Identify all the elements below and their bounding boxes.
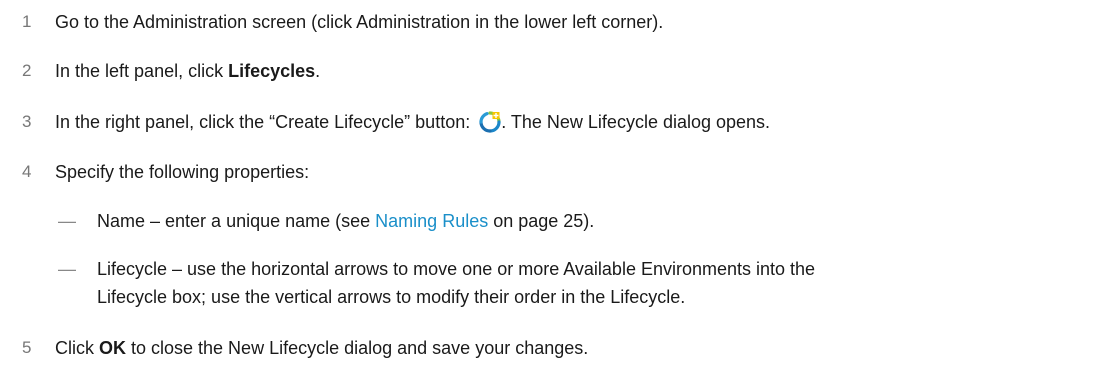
step-number: 4	[22, 162, 32, 181]
lifecycles-term: Lifecycles	[228, 61, 316, 81]
subitem-text: Name – enter a unique name (see Naming R…	[97, 207, 1077, 235]
step-text-pre: In the right panel, click the “Create Li…	[55, 112, 476, 132]
dash-bullet: —	[58, 211, 76, 231]
step-number: 3	[22, 112, 32, 131]
step-text: Click OK to close the New Lifecycle dial…	[55, 336, 588, 360]
subitem-text: Lifecycle – use the horizontal arrows to…	[97, 255, 1077, 311]
step-text-post: . The New Lifecycle dialog opens.	[501, 112, 771, 132]
step-number: 5	[22, 338, 32, 357]
step-text-post: .	[315, 61, 321, 81]
step-number: 2	[22, 61, 32, 80]
step-number: 1	[22, 12, 32, 31]
subitem-line: Lifecycle box; use the vertical arrows t…	[97, 287, 686, 307]
create-lifecycle-icon	[479, 111, 501, 133]
step-text: Go to the Administration screen (click A…	[55, 12, 664, 32]
step-text: Specify the following properties:	[55, 162, 310, 182]
step-text-post: to close the New Lifecycle dialog and sa…	[126, 338, 589, 358]
step-text-pre: In the left panel, click	[55, 61, 229, 81]
naming-rules-link[interactable]: Naming Rules	[375, 211, 488, 231]
subitem-text-pre: Name – enter a unique name (see	[97, 211, 376, 231]
subitem-line: Lifecycle – use the horizontal arrows to…	[97, 259, 816, 279]
step-text: In the right panel, click the “Create Li…	[55, 110, 770, 134]
step-text-pre: Click	[55, 338, 99, 358]
dash-bullet: —	[58, 259, 76, 279]
document-page: 1 Go to the Administration screen (click…	[0, 0, 1100, 370]
ok-term: OK	[99, 338, 126, 358]
subitem-text-post: on page 25).	[488, 211, 595, 231]
step-text: In the left panel, click Lifecycles.	[55, 59, 320, 83]
